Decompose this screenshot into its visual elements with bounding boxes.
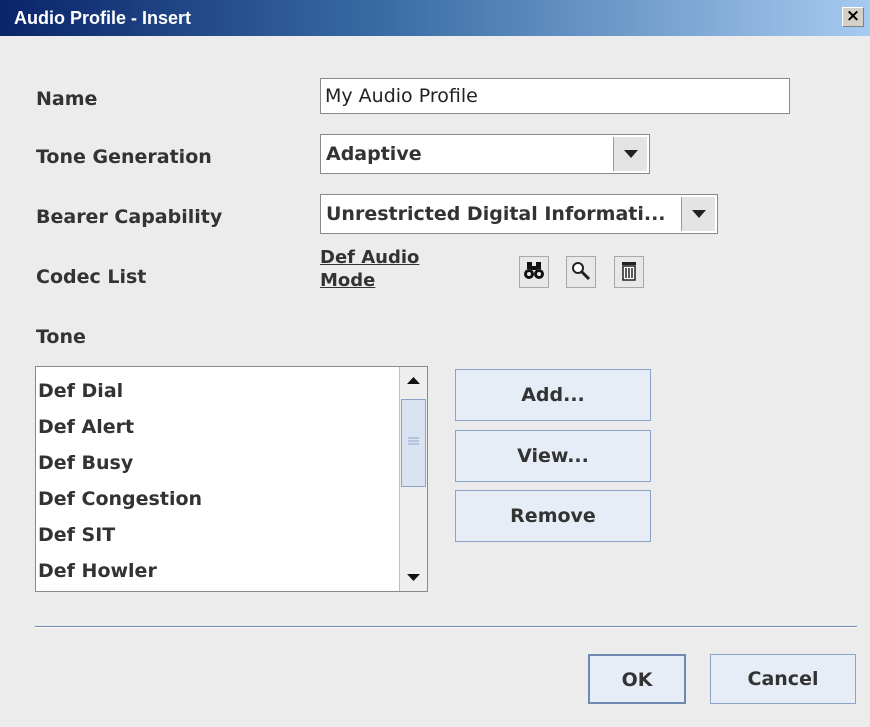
chevron-down-icon <box>407 574 420 581</box>
scroll-thumb[interactable] <box>401 399 426 487</box>
chevron-down-icon[interactable] <box>681 197 715 231</box>
bearer-capability-select[interactable]: Unrestricted Digital Informati... <box>320 194 718 234</box>
scroll-up-button[interactable] <box>401 368 426 394</box>
title-bar: Audio Profile - Insert × <box>0 0 870 36</box>
find-codec-button[interactable] <box>519 256 549 288</box>
list-item[interactable]: Def SIT <box>38 517 427 553</box>
chevron-up-icon <box>407 377 420 384</box>
list-item[interactable]: Def Busy <box>38 445 427 481</box>
add-tone-button[interactable]: Add... <box>455 369 651 421</box>
close-button[interactable]: × <box>842 7 864 27</box>
tone-list-scrollbar[interactable] <box>399 367 427 591</box>
list-item[interactable]: Def Dial <box>38 373 427 409</box>
view-codec-button[interactable] <box>566 256 596 288</box>
remove-tone-button[interactable]: Remove <box>455 490 651 542</box>
name-field[interactable]: My Audio Profile <box>320 78 790 114</box>
codec-list-label: Codec List <box>36 266 147 288</box>
binoculars-icon <box>524 262 544 279</box>
scroll-down-button[interactable] <box>401 564 426 590</box>
cancel-button[interactable]: Cancel <box>710 654 856 704</box>
delete-codec-button[interactable] <box>614 256 644 288</box>
name-label: Name <box>36 88 98 110</box>
list-item[interactable]: Def Congestion <box>38 481 427 517</box>
list-item[interactable]: Def Howler <box>38 553 427 589</box>
list-item[interactable]: Def Alert <box>38 409 427 445</box>
close-icon: × <box>845 6 861 26</box>
grip-icon <box>408 437 419 445</box>
ok-button[interactable]: OK <box>588 654 686 704</box>
tone-label: Tone <box>36 326 86 348</box>
trash-icon <box>622 262 636 281</box>
tone-list[interactable]: Def Dial Def Alert Def Busy Def Congesti… <box>35 366 428 592</box>
codec-list-link-line1: Def Audio <box>320 247 420 268</box>
tone-generation-label: Tone Generation <box>36 146 212 168</box>
tone-generation-select[interactable]: Adaptive <box>320 134 650 174</box>
tone-generation-value: Adaptive <box>326 143 422 165</box>
codec-list-link[interactable]: Def Audio Mode <box>320 246 440 292</box>
chevron-down-icon[interactable] <box>613 137 647 171</box>
view-tone-button[interactable]: View... <box>455 430 651 482</box>
window-title: Audio Profile - Insert <box>14 8 192 28</box>
bearer-capability-label: Bearer Capability <box>36 206 223 228</box>
separator <box>35 626 857 628</box>
codec-list-link-line2: Mode <box>320 270 376 291</box>
magnifier-icon <box>572 262 591 281</box>
bearer-capability-value: Unrestricted Digital Informati... <box>326 203 666 225</box>
